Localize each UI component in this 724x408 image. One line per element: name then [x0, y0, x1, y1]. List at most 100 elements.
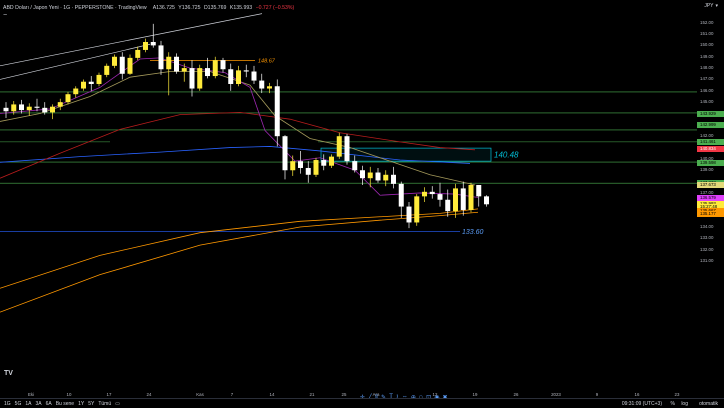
- symbol-title[interactable]: ABD Doları / Japon Yeni · 1G · PEPPERSTO…: [3, 5, 147, 11]
- timeframe-5g[interactable]: 5G: [15, 401, 22, 407]
- candle-body: [166, 56, 172, 70]
- low-value: D135.769: [203, 5, 227, 11]
- ma-orange-line-2: [0, 208, 479, 289]
- date-range-icon[interactable]: ▭: [115, 401, 120, 407]
- candle-body: [383, 174, 389, 181]
- time-tick-label: 7: [230, 392, 234, 397]
- candle-body: [228, 69, 234, 84]
- price-tag: 135.177: [697, 210, 724, 217]
- time-tick-label: 16: [634, 392, 640, 397]
- candle-body: [414, 196, 420, 223]
- price-tick-label: 145.00: [700, 99, 714, 105]
- price-tick-label: 152.00: [700, 19, 714, 25]
- price-tick-label: 148.00: [700, 65, 714, 71]
- collapse-button[interactable]: −: [3, 12, 7, 19]
- timeframe-ytd[interactable]: Bu sene: [56, 401, 74, 407]
- change-value: −0.727 (−0.53%): [255, 5, 295, 11]
- price-tick-label: 142.00: [700, 133, 714, 139]
- auto-toggle[interactable]: otomatik: [699, 401, 718, 407]
- candle-body: [181, 68, 187, 72]
- candle-body: [158, 45, 164, 70]
- high-value: Y136.725: [178, 5, 201, 11]
- price-tick-label: 139.00: [700, 167, 714, 173]
- candle-body: [367, 172, 373, 179]
- time-tick-label: 23: [674, 392, 680, 397]
- price-tick-label: 150.00: [700, 42, 714, 48]
- candle-body: [26, 106, 32, 111]
- candle-body: [329, 156, 334, 166]
- candle-body: [460, 188, 466, 210]
- price-tick-label: 131.00: [700, 258, 714, 264]
- price-axis[interactable]: 152.00 151.00 150.00 149.00 148.00 147.00 146.…: [697, 0, 724, 392]
- candle-body: [468, 185, 474, 210]
- timeframe-6a[interactable]: 6A: [46, 401, 52, 407]
- time-tick-label: 9: [595, 392, 599, 397]
- candle-body: [96, 74, 102, 84]
- percent-toggle[interactable]: %: [671, 401, 675, 407]
- candle-body: [484, 196, 489, 205]
- timeframe-all[interactable]: Tümü: [98, 401, 111, 407]
- timeframe-1a[interactable]: 1A: [25, 401, 31, 407]
- candle-body: [42, 107, 48, 113]
- candle-body: [298, 161, 303, 168]
- candle-body: [290, 161, 296, 171]
- candle-body: [205, 68, 210, 77]
- candle-body: [57, 102, 63, 107]
- candle-body: [445, 199, 451, 212]
- candle-body: [127, 57, 133, 74]
- candle-body: [360, 170, 365, 179]
- candle-body: [150, 41, 156, 46]
- price-tag: 139.598: [697, 160, 724, 167]
- candle-body: [259, 80, 265, 89]
- candle-body: [236, 70, 241, 84]
- candle-body: [34, 106, 40, 108]
- timeframe-1y[interactable]: 1Y: [78, 401, 84, 407]
- candle-body: [267, 86, 272, 89]
- candle-body: [282, 136, 288, 171]
- candle-body: [406, 206, 412, 223]
- price-tag: 142.999: [697, 121, 724, 128]
- candle-body: [336, 136, 342, 157]
- time-tick-label: 25: [341, 392, 347, 397]
- timeframe-3a[interactable]: 3A: [35, 401, 41, 407]
- price-tag: 137.673: [697, 182, 724, 189]
- clock[interactable]: 09:31:09 (UTC+3): [622, 401, 662, 407]
- ma-orange-line: [0, 211, 479, 313]
- price-tag: 140.834: [697, 146, 724, 153]
- ma-olive-line: [0, 71, 476, 186]
- log-toggle[interactable]: log: [681, 401, 688, 407]
- candle-body: [212, 60, 218, 77]
- candle-body: [391, 174, 396, 184]
- candle-body: [3, 107, 9, 112]
- ohlc-values: A136.725 Y136.725 D135.769 K135.993 −0.7…: [153, 5, 297, 11]
- time-tick-label: Eki: [27, 392, 35, 397]
- candle-body: [135, 49, 141, 58]
- time-tick-label: Kas: [196, 392, 204, 397]
- candle-body: [50, 106, 55, 113]
- time-tick-label: 10: [66, 392, 72, 397]
- price-tick-label: 132.00: [700, 246, 714, 252]
- time-tick-label: 2023: [551, 392, 561, 397]
- candle-body: [143, 41, 148, 50]
- candle-body: [81, 81, 86, 89]
- tradingview-logo[interactable]: TV: [4, 370, 13, 377]
- open-value: A136.725: [152, 5, 175, 11]
- candle-body: [305, 167, 311, 175]
- timeframe-5y[interactable]: 5Y: [88, 401, 94, 407]
- timeframe-1g[interactable]: 1G: [4, 401, 11, 407]
- candle-body: [251, 71, 257, 81]
- candle-body: [174, 56, 179, 72]
- candle-body: [104, 65, 110, 75]
- candle-body: [11, 104, 17, 112]
- price-tick-label: 134.00: [700, 224, 714, 229]
- candle-body: [398, 183, 404, 207]
- candle-body: [112, 56, 117, 66]
- annotation-148: 148.67: [258, 58, 276, 64]
- candle-body: [220, 60, 226, 70]
- candle-body: [19, 104, 24, 111]
- candle-body: [375, 172, 381, 181]
- price-chart[interactable]: 148.67 140.48 133.60: [0, 0, 697, 392]
- candle-body: [437, 194, 443, 200]
- candle-body: [119, 56, 125, 74]
- price-tick-label: 147.00: [700, 76, 714, 82]
